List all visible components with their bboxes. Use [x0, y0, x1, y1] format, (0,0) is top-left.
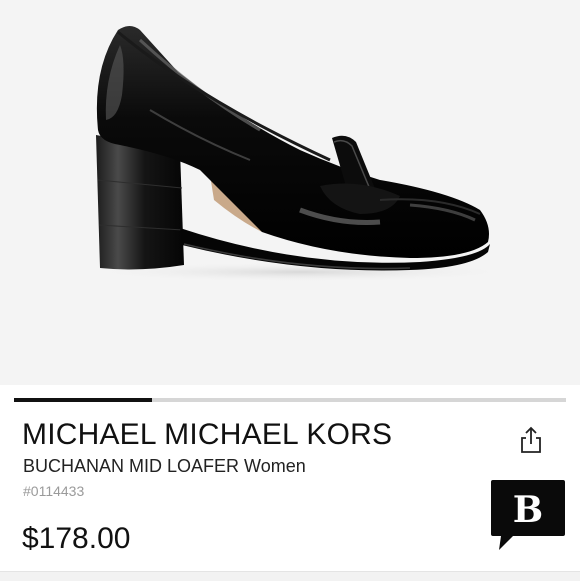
speech-bubble-b-letter: B [513, 489, 543, 531]
product-image-area[interactable] [0, 0, 580, 385]
product-sku: #0114433 [23, 483, 85, 499]
image-carousel-progress-fill [14, 398, 152, 402]
product-brand: MICHAEL MICHAEL KORS [22, 418, 393, 451]
speech-bubble-b-icon[interactable]: B [487, 478, 567, 552]
product-name: BUCHANAN MID LOAFER Women [23, 456, 306, 476]
share-icon[interactable] [517, 425, 545, 455]
image-carousel-progress [14, 398, 566, 402]
loafer-shoe-image [80, 26, 520, 282]
product-price: $178.00 [22, 522, 131, 555]
